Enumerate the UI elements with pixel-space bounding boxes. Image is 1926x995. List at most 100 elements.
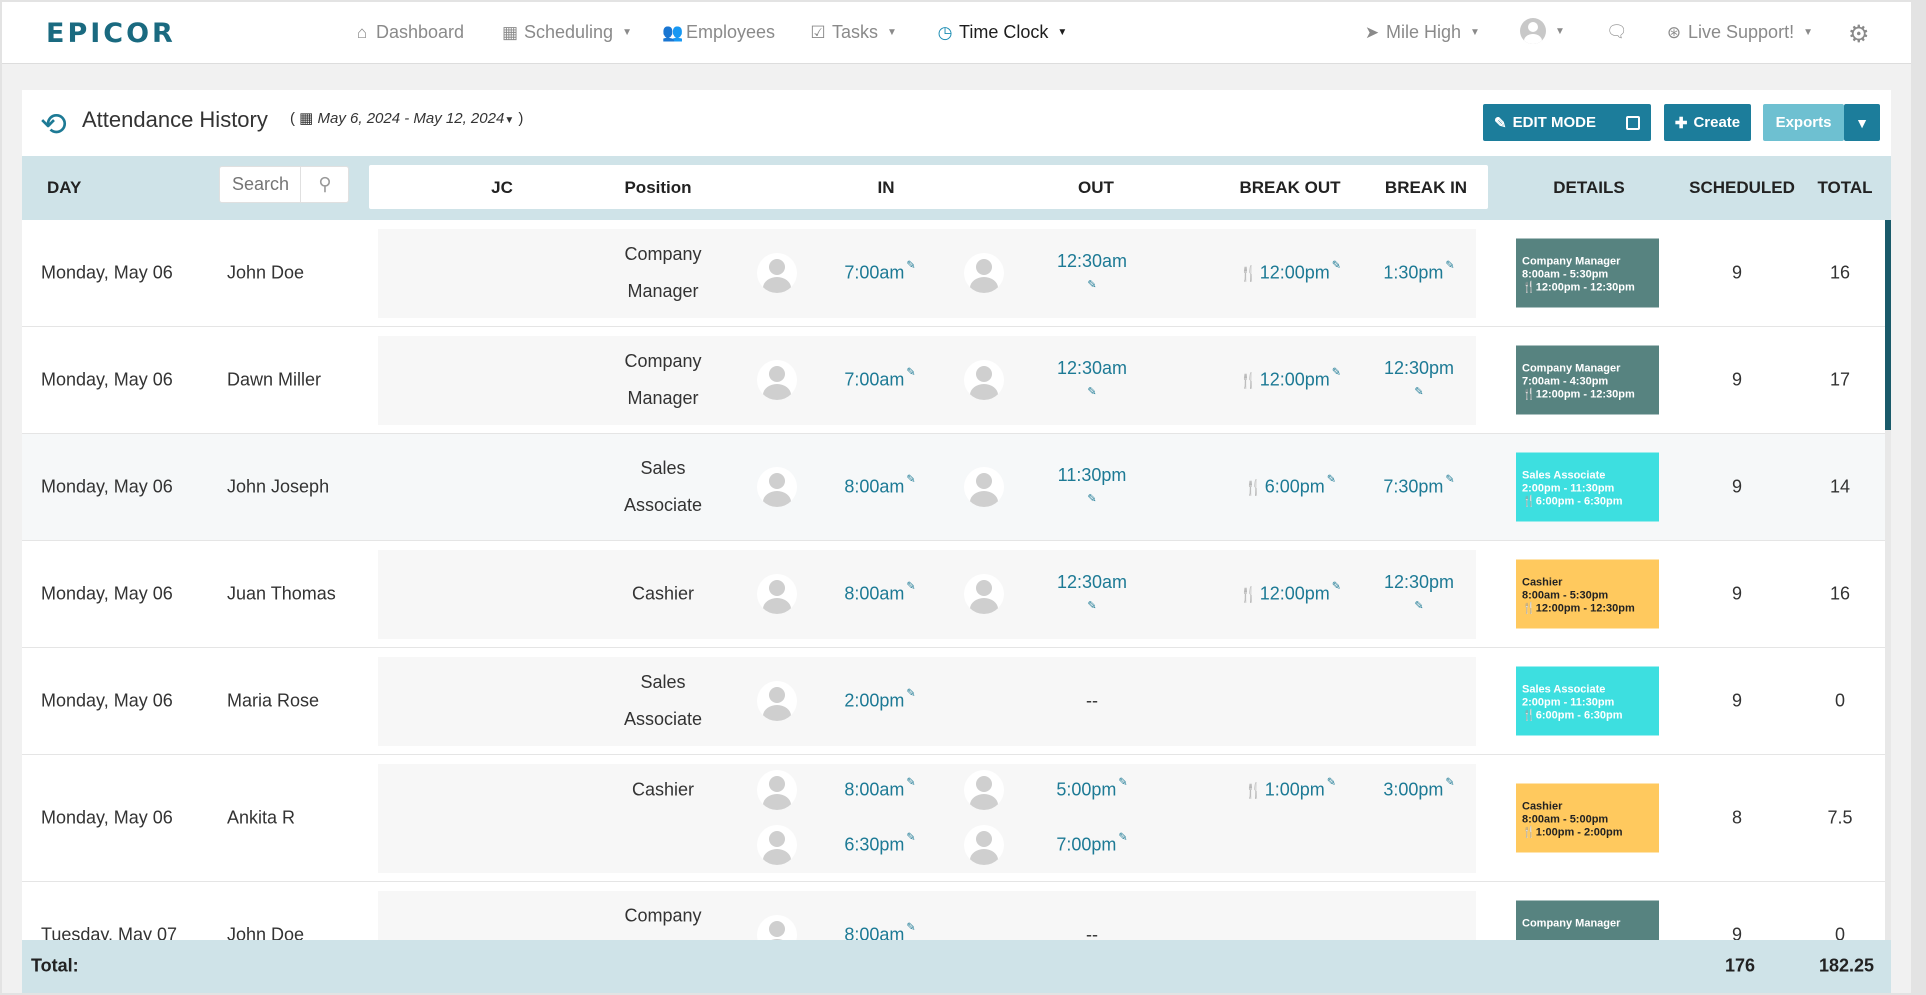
- table-row[interactable]: Tuesday, May 07 John Doe Company 8:00am ✎…: [22, 882, 1885, 940]
- nav-user-menu[interactable]: ▼: [1520, 18, 1565, 44]
- header-break-in[interactable]: BREAK IN: [1385, 178, 1467, 198]
- nav-time-clock[interactable]: ◷ Time Clock ▼: [935, 22, 1068, 43]
- header-day[interactable]: DAY: [47, 178, 81, 198]
- row-break-out[interactable]: 🍴 12:00pm ✎: [1239, 367, 1341, 391]
- table-row[interactable]: Monday, May 06 Maria Rose Sales Associat…: [22, 648, 1885, 755]
- scrollbar-thumb[interactable]: [1885, 220, 1891, 430]
- pencil-icon[interactable]: ✎: [1118, 777, 1127, 789]
- clock-in-photo[interactable]: [757, 467, 797, 507]
- header-jc[interactable]: JC: [491, 178, 513, 198]
- nav-dashboard[interactable]: ⌂ Dashboard: [352, 22, 464, 43]
- row-in-time[interactable]: 2:00pm ✎: [844, 688, 915, 712]
- pencil-icon[interactable]: ✎: [906, 777, 915, 789]
- nav-live-support[interactable]: ⊛ Live Support! ▼: [1664, 22, 1813, 43]
- row-in-time[interactable]: 8:00am ✎: [844, 777, 915, 801]
- edit-mode-checkbox[interactable]: [1625, 115, 1640, 130]
- nav-location[interactable]: ➤ Mile High ▼: [1362, 22, 1480, 43]
- date-range-picker[interactable]: ( ▦ May 6, 2024 - May 12, 2024▼ ): [290, 109, 523, 127]
- pencil-icon[interactable]: ✎: [906, 688, 915, 700]
- row-out-time[interactable]: 12:30am ✎: [1057, 356, 1127, 404]
- pencil-icon[interactable]: ✎: [1327, 474, 1336, 486]
- clock-in-photo[interactable]: [757, 770, 797, 810]
- shift-detail-card[interactable]: Sales Associate 2:00pm - 11:30pm 🍴6:00pm…: [1516, 452, 1659, 522]
- create-button[interactable]: ✚ Create: [1664, 104, 1751, 141]
- row-out-time[interactable]: 12:30am ✎: [1057, 570, 1127, 618]
- gear-icon[interactable]: ⚙: [1848, 20, 1870, 49]
- row-break-in[interactable]: 12:30pm ✎: [1384, 570, 1454, 618]
- clock-in-photo[interactable]: [757, 253, 797, 293]
- row-in-time[interactable]: 8:00am ✎: [844, 474, 915, 498]
- pencil-icon[interactable]: ✎: [1384, 594, 1454, 618]
- pencil-icon[interactable]: ✎: [906, 367, 915, 379]
- pencil-icon[interactable]: ✎: [1384, 380, 1454, 404]
- pencil-icon[interactable]: ✎: [906, 832, 915, 844]
- pencil-icon[interactable]: ✎: [1057, 273, 1127, 297]
- pencil-icon[interactable]: ✎: [906, 260, 915, 272]
- exports-dropdown-button[interactable]: ▼: [1844, 104, 1880, 141]
- header-out[interactable]: OUT: [1078, 178, 1114, 198]
- row-in-time[interactable]: 8:00am ✎: [844, 922, 915, 941]
- pencil-icon[interactable]: ✎: [1118, 832, 1127, 844]
- nav-scheduling[interactable]: ▦ Scheduling ▼: [500, 22, 632, 43]
- pencil-icon[interactable]: ✎: [1058, 487, 1127, 511]
- row-break-in[interactable]: 12:30pm ✎: [1384, 356, 1454, 404]
- row-break-in[interactable]: 1:30pm ✎: [1383, 260, 1454, 284]
- pencil-icon[interactable]: ✎: [1332, 260, 1341, 272]
- row-out-time[interactable]: 12:30am ✎: [1057, 249, 1127, 297]
- header-scheduled[interactable]: SCHEDULED: [1689, 178, 1795, 198]
- pencil-icon[interactable]: ✎: [1057, 594, 1127, 618]
- pencil-icon[interactable]: ✎: [1057, 380, 1127, 404]
- pencil-icon[interactable]: ✎: [906, 474, 915, 486]
- clock-out-photo[interactable]: [964, 360, 1004, 400]
- table-row[interactable]: Monday, May 06 Ankita R Cashier 8:00am ✎ …: [22, 755, 1885, 882]
- shift-detail-card[interactable]: Cashier 8:00am - 5:30pm 🍴12:00pm - 12:30…: [1516, 559, 1659, 629]
- table-row[interactable]: Monday, May 06 Juan Thomas Cashier 8:00a…: [22, 541, 1885, 648]
- header-break-out[interactable]: BREAK OUT: [1239, 178, 1340, 198]
- clock-out-photo[interactable]: [964, 574, 1004, 614]
- pencil-icon[interactable]: ✎: [1332, 581, 1341, 593]
- row-break-in[interactable]: 3:00pm ✎: [1383, 777, 1454, 801]
- row-break-out[interactable]: 🍴 6:00pm ✎: [1244, 474, 1336, 498]
- row-out-time[interactable]: 11:30pm ✎: [1058, 463, 1127, 511]
- row-break-out[interactable]: 🍴 1:00pm ✎: [1244, 777, 1336, 801]
- header-position[interactable]: Position: [624, 178, 691, 198]
- nav-messages[interactable]: 🗨: [1606, 22, 1628, 42]
- shift-detail-card[interactable]: Sales Associate 2:00pm - 11:30pm 🍴6:00pm…: [1516, 666, 1659, 736]
- row-employee[interactable]: John Doe: [227, 925, 304, 941]
- row-employee[interactable]: Juan Thomas: [227, 584, 336, 605]
- clock-out-photo[interactable]: [964, 467, 1004, 507]
- exports-button[interactable]: Exports: [1763, 104, 1844, 141]
- table-scrollbar[interactable]: [1885, 220, 1891, 940]
- row-break-in[interactable]: 7:30pm ✎: [1383, 474, 1454, 498]
- shift-detail-card[interactable]: Company Manager 7:00am - 4:30pm 🍴12:00pm…: [1516, 345, 1659, 415]
- row-in-time[interactable]: 7:00am ✎: [844, 260, 915, 284]
- row-employee[interactable]: Dawn Miller: [227, 370, 321, 391]
- shift-detail-card[interactable]: Company Manager 8:00am - 5:30pm 🍴12:00pm…: [1516, 238, 1659, 308]
- pencil-icon[interactable]: ✎: [1445, 474, 1454, 486]
- clock-out-photo[interactable]: [964, 253, 1004, 293]
- table-row[interactable]: Monday, May 06 Dawn Miller Company Manag…: [22, 327, 1885, 434]
- row-break-out[interactable]: 🍴 12:00pm ✎: [1239, 260, 1341, 284]
- row-employee[interactable]: Ankita R: [227, 808, 295, 829]
- clock-in-photo[interactable]: [757, 574, 797, 614]
- row-in-time[interactable]: 7:00am ✎: [844, 367, 915, 391]
- row-break-out[interactable]: 🍴 12:00pm ✎: [1239, 581, 1341, 605]
- edit-mode-toggle[interactable]: ✎ EDIT MODE: [1483, 104, 1651, 141]
- epicor-logo[interactable]: EPICOR: [46, 18, 176, 49]
- pencil-icon[interactable]: ✎: [906, 581, 915, 593]
- row-employee[interactable]: Maria Rose: [227, 691, 319, 712]
- row-out-time-2[interactable]: 7:00pm ✎: [1056, 832, 1127, 856]
- shift-detail-card[interactable]: Cashier 8:00am - 5:00pm 🍴1:00pm - 2:00pm: [1516, 783, 1659, 853]
- pencil-icon[interactable]: ✎: [1332, 367, 1341, 379]
- row-out-time[interactable]: 5:00pm ✎: [1056, 777, 1127, 801]
- clock-in-photo[interactable]: [757, 825, 797, 865]
- clock-out-photo[interactable]: [964, 770, 1004, 810]
- pencil-icon[interactable]: ✎: [1445, 260, 1454, 272]
- row-employee[interactable]: John Joseph: [227, 477, 329, 498]
- nav-employees[interactable]: 👥 Employees: [662, 22, 775, 43]
- table-row[interactable]: Monday, May 06 John Joseph Sales Associa…: [22, 434, 1885, 541]
- header-total[interactable]: TOTAL: [1817, 178, 1872, 198]
- table-body[interactable]: Monday, May 06 John Doe Company Manager …: [22, 220, 1885, 940]
- pencil-icon[interactable]: ✎: [1445, 777, 1454, 789]
- search-button[interactable]: ⚲: [300, 167, 349, 202]
